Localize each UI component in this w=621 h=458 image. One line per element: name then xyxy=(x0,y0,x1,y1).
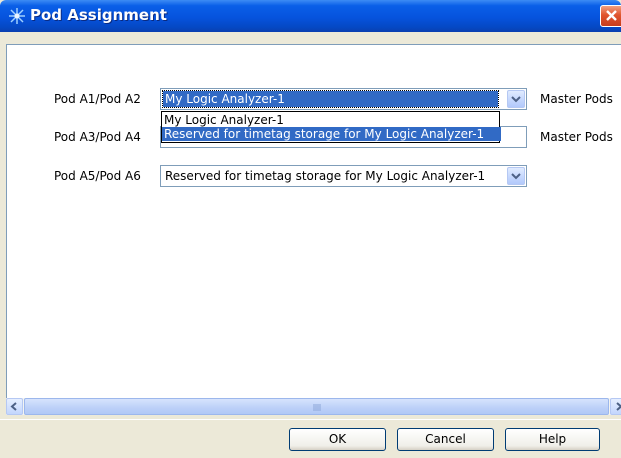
arrow-right-icon xyxy=(616,402,621,411)
pod-a1-a2-dropdown-list: My Logic Analyzer-1 Reserved for timetag… xyxy=(161,111,501,143)
pod-a1-a2-dropdown-button[interactable] xyxy=(507,90,525,108)
scroll-grip-icon xyxy=(313,404,321,411)
scroll-left-button[interactable] xyxy=(6,398,23,415)
pod-a1-a2-value: My Logic Analyzer-1 xyxy=(162,90,499,108)
pod-a3-a4-label: Pod A3/Pod A4 xyxy=(54,130,141,144)
dropdown-option[interactable]: My Logic Analyzer-1 xyxy=(162,113,501,127)
horizontal-scrollbar[interactable] xyxy=(6,398,621,415)
pod-assignment-dialog: Pod Assignment Pod A1/Pod A2 My Logic An… xyxy=(0,0,621,458)
chevron-down-icon xyxy=(511,173,521,180)
logic-analyzer-app-icon xyxy=(8,7,26,25)
scroll-right-button[interactable] xyxy=(610,398,621,415)
window-title: Pod Assignment xyxy=(30,6,167,24)
ok-button[interactable]: OK xyxy=(289,428,386,451)
scroll-thumb[interactable] xyxy=(24,398,609,415)
button-row-divider xyxy=(0,419,621,420)
pod-a1-a2-select[interactable]: My Logic Analyzer-1 xyxy=(160,88,527,110)
close-button[interactable] xyxy=(600,5,621,27)
title-bar[interactable]: Pod Assignment xyxy=(0,0,621,32)
pod-a5-a6-value: Reserved for timetag storage for My Logi… xyxy=(165,169,486,183)
arrow-left-icon xyxy=(10,402,17,411)
cancel-button[interactable]: Cancel xyxy=(397,428,494,451)
pod-a5-a6-dropdown-button[interactable] xyxy=(507,167,525,185)
pod-a5-a6-select[interactable]: Reserved for timetag storage for My Logi… xyxy=(160,165,527,187)
help-button[interactable]: Help xyxy=(505,428,600,451)
dropdown-option-selected[interactable]: Reserved for timetag storage for My Logi… xyxy=(162,127,501,141)
pod-a3-a4-master-label: Master Pods xyxy=(540,130,613,144)
pod-a1-a2-master-label: Master Pods xyxy=(540,92,613,106)
pod-a5-a6-label: Pod A5/Pod A6 xyxy=(54,169,141,183)
close-icon xyxy=(606,10,617,21)
pod-a1-a2-label: Pod A1/Pod A2 xyxy=(54,92,141,106)
chevron-down-icon xyxy=(511,96,521,103)
